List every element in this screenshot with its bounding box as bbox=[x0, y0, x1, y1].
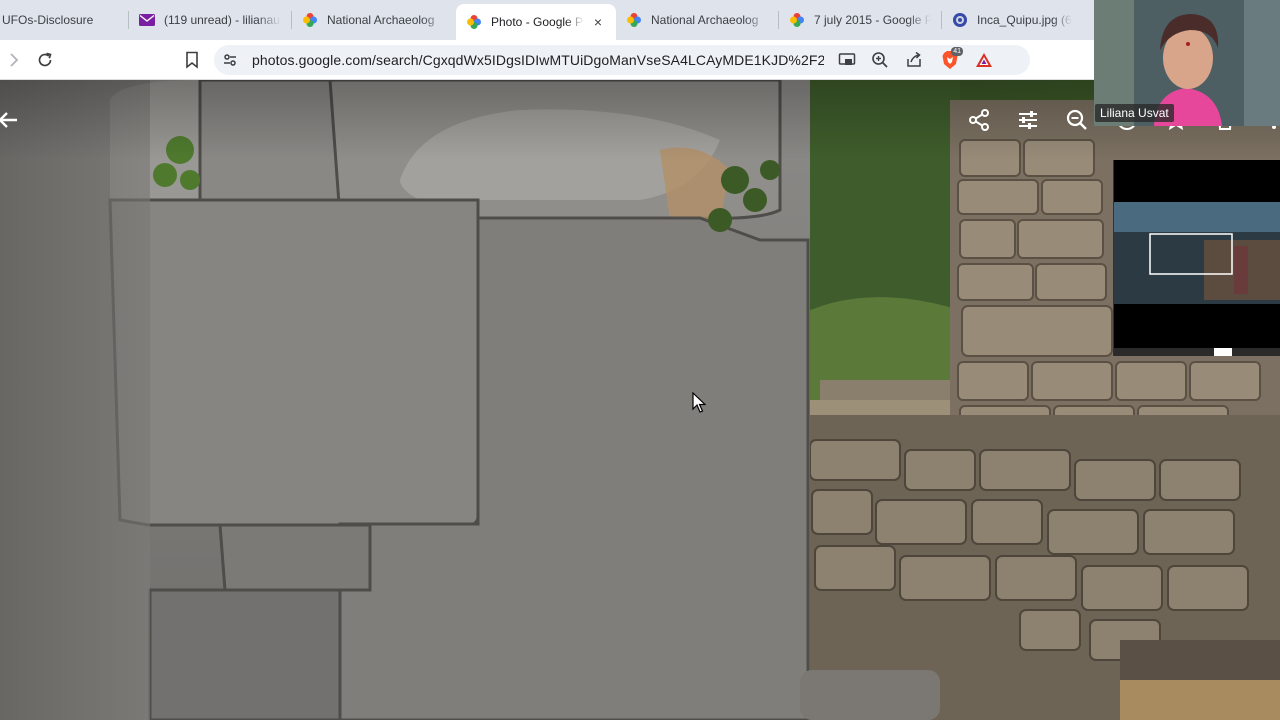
tab-title: Inca_Quipu.jpg (625 bbox=[977, 13, 1072, 27]
install-app-icon[interactable] bbox=[837, 50, 857, 70]
globe-icon bbox=[952, 12, 968, 28]
mouse-cursor-icon bbox=[692, 392, 706, 413]
tab-title: UFOs-Disclosure bbox=[2, 13, 94, 27]
tab-title: 7 july 2015 - Google P bbox=[814, 13, 931, 27]
back-arrow-icon[interactable] bbox=[0, 106, 22, 134]
tab-ufos-disclosure[interactable]: UFOs-Disclosure bbox=[0, 0, 128, 40]
participant-name-label: Liliana Usvat bbox=[1095, 104, 1174, 122]
zoom-out-icon[interactable] bbox=[1063, 106, 1091, 134]
bookmark-icon[interactable] bbox=[180, 48, 204, 72]
tab-mail[interactable]: (119 unread) - lilianau bbox=[129, 0, 291, 40]
tab-title: (119 unread) - lilianau bbox=[164, 13, 280, 27]
preview-scrubber-handle[interactable] bbox=[1214, 348, 1232, 356]
inca-stone-wall-photo bbox=[0, 80, 1280, 720]
google-photos-icon bbox=[302, 12, 318, 28]
tab-photo-google-photos[interactable]: Photo - Google P × bbox=[456, 4, 616, 40]
tab-national-archaeology-1[interactable]: National Archaeolog bbox=[292, 0, 456, 40]
preview-frame bbox=[1114, 160, 1280, 348]
zoom-icon[interactable] bbox=[870, 50, 890, 70]
address-bar[interactable]: photos.google.com/search/CgxqdWx5IDgsIDI… bbox=[214, 45, 1030, 75]
tab-national-archaeology-2[interactable]: National Archaeolog bbox=[616, 0, 778, 40]
tab-7-july-2015[interactable]: 7 july 2015 - Google P bbox=[779, 0, 941, 40]
reload-icon[interactable] bbox=[33, 48, 57, 72]
preview-scrubber-track[interactable] bbox=[1114, 348, 1280, 356]
tab-strip: UFOs-Disclosure (119 unread) - lilianau … bbox=[0, 0, 1280, 40]
video-preview-thumbnail[interactable] bbox=[1113, 160, 1280, 356]
brave-rewards-icon[interactable] bbox=[974, 50, 994, 70]
photo-viewer[interactable] bbox=[0, 80, 1280, 720]
site-settings-icon[interactable] bbox=[220, 50, 240, 70]
tab-title: Photo - Google P bbox=[491, 15, 584, 29]
browser-window: UFOs-Disclosure (119 unread) - lilianau … bbox=[0, 0, 1280, 720]
tab-inca-quipu[interactable]: Inca_Quipu.jpg (625 bbox=[942, 0, 1082, 40]
share-page-icon[interactable] bbox=[904, 50, 924, 70]
url-text: photos.google.com/search/CgxqdWx5IDgsIDI… bbox=[252, 52, 824, 68]
brave-badge-count: 41 bbox=[951, 47, 963, 56]
edit-adjust-icon[interactable] bbox=[1014, 106, 1042, 134]
google-photos-icon bbox=[626, 12, 642, 28]
google-photos-icon bbox=[466, 14, 482, 30]
brave-shields-icon[interactable]: 41 bbox=[940, 47, 963, 70]
browser-toolbar: photos.google.com/search/CgxqdWx5IDgsIDI… bbox=[0, 40, 1280, 80]
google-photos-icon bbox=[789, 12, 805, 28]
mail-icon bbox=[139, 12, 155, 28]
tab-title: National Archaeolog bbox=[651, 13, 759, 27]
forward-icon[interactable] bbox=[2, 48, 26, 72]
tab-title: National Archaeolog bbox=[327, 13, 435, 27]
close-icon[interactable]: × bbox=[590, 14, 606, 30]
share-icon[interactable] bbox=[965, 106, 993, 134]
